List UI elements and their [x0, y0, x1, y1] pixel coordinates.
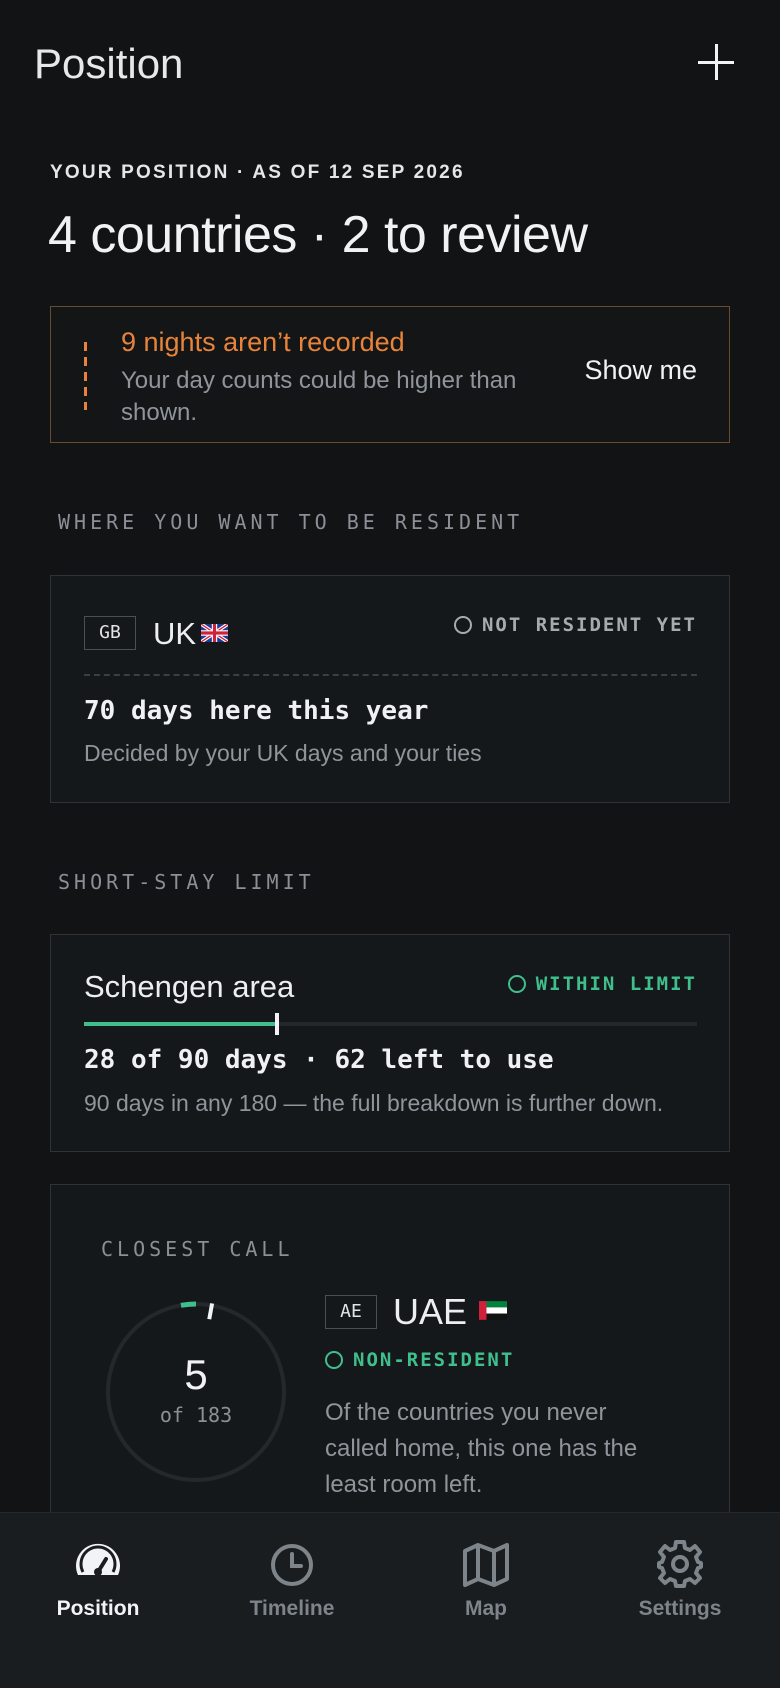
country-code-badge: GB: [84, 616, 136, 650]
clock-icon: [271, 1544, 313, 1586]
tab-label: Map: [465, 1597, 507, 1620]
gauge-value: 5: [184, 1351, 208, 1398]
position-headline: 4 countries · 2 to review: [48, 206, 588, 264]
show-me-button[interactable]: Show me: [584, 355, 697, 386]
tab-settings[interactable]: Settings: [600, 1539, 760, 1621]
tab-label: Settings: [638, 1597, 722, 1620]
status-text: NOT RESIDENT YET: [481, 614, 697, 636]
tab-label: Position: [56, 1597, 140, 1620]
divider: [84, 674, 697, 676]
position-screen: Position YOUR POSITION · AS OF 12 SEP 20…: [0, 0, 780, 1688]
alert-dashed-bar: [84, 342, 87, 410]
tab-timeline[interactable]: Timeline: [212, 1539, 372, 1621]
progress-marker: [274, 1013, 279, 1035]
missing-nights-alert: 9 nights aren’t recorded Your day counts…: [50, 306, 730, 443]
status-badge: NOT RESIDENT YET: [453, 614, 697, 636]
gb-flag-icon: [201, 624, 228, 642]
progress-fill: [84, 1022, 275, 1026]
gear-icon: [657, 1540, 703, 1588]
tab-map[interactable]: Map: [406, 1539, 566, 1621]
gauge-marker: [207, 1303, 215, 1320]
header: Position: [0, 0, 780, 130]
gauge-total: of 183: [159, 1403, 233, 1427]
status-text: NON-RESIDENT: [353, 1349, 515, 1371]
alert-body: Your day counts could be higher than sho…: [121, 367, 517, 426]
ae-flag-icon: [479, 1301, 507, 1320]
days-count: 70 days here this year: [84, 696, 429, 726]
card-subtext: Decided by your UK days and your ties: [84, 740, 482, 766]
short-stay-section-label: SHORT-STAY LIMIT: [58, 870, 315, 894]
resident-section-label: WHERE YOU WANT TO BE RESIDENT: [58, 510, 524, 534]
country-code-badge: AE: [325, 1295, 377, 1329]
schengen-card[interactable]: Schengen area WITHIN LIMIT 28 of 90 days…: [50, 934, 730, 1152]
country-name: UAE: [393, 1291, 468, 1332]
status-text: WITHIN LIMIT: [535, 973, 697, 995]
closest-call-card[interactable]: CLOSEST CALL 5 of 183 AE UAE NON-RESIDEN…: [50, 1184, 730, 1524]
alert-title: 9 nights aren’t recorded: [121, 327, 405, 357]
tab-position[interactable]: Position: [18, 1539, 178, 1621]
status-circle-icon: [325, 1351, 343, 1369]
closest-call-body: Of the countries you never called home, …: [325, 1399, 638, 1498]
page-title: Position: [34, 40, 184, 87]
uk-residency-card[interactable]: GB UK NOT RESIDENT YET 70 days here this…: [50, 575, 730, 803]
speedometer-icon: [76, 1543, 120, 1576]
closest-call-label: CLOSEST CALL: [101, 1237, 294, 1261]
map-icon: [463, 1543, 509, 1587]
country-name-text: UK: [153, 616, 197, 651]
tab-label: Timeline: [249, 1597, 335, 1620]
bottom-tab-bar: Position Timeline Map Settings: [0, 1512, 780, 1688]
status-badge: NON-RESIDENT: [325, 1349, 514, 1371]
days-count: 28 of 90 days · 62 left to use: [84, 1045, 554, 1075]
area-name: Schengen area: [84, 969, 295, 1004]
status-circle-icon: [507, 975, 526, 993]
country-name: UK: [153, 616, 196, 652]
days-progress-bar: [84, 1013, 697, 1035]
position-date-eyebrow: YOUR POSITION · AS OF 12 SEP 2026: [50, 162, 465, 183]
status-circle-icon: [453, 616, 472, 634]
add-button[interactable]: [696, 42, 736, 82]
status-badge: WITHIN LIMIT: [507, 973, 697, 995]
gauge-arc: [180, 1301, 197, 1308]
card-subtext: 90 days in any 180 — the full breakdown …: [84, 1090, 664, 1116]
